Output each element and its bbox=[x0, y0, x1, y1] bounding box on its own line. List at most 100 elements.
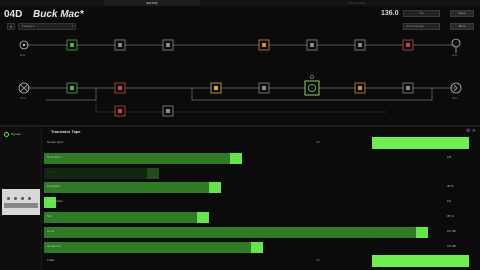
slider-fill bbox=[44, 167, 147, 179]
slider-handle[interactable] bbox=[209, 182, 221, 194]
model-actions: ⚙ ✕ bbox=[466, 128, 476, 134]
knob-icon bbox=[21, 197, 24, 200]
block-c1-icon[interactable] bbox=[114, 105, 126, 117]
tab-configure[interactable]: CONFIGURE bbox=[316, 0, 396, 6]
block-a3-icon[interactable] bbox=[162, 39, 174, 51]
settings-icon[interactable]: ⚙ bbox=[466, 128, 470, 134]
block-b4-icon[interactable] bbox=[258, 82, 270, 94]
param-row[interactable]: Feedback 40 % · bbox=[44, 181, 480, 194]
param-slider[interactable] bbox=[44, 167, 469, 179]
param-menu-icon[interactable]: · bbox=[474, 170, 475, 174]
param-slider[interactable] bbox=[44, 226, 469, 238]
block-b6-icon[interactable] bbox=[402, 82, 414, 94]
block-selected-icon[interactable] bbox=[304, 75, 320, 96]
param-label: Note Sync bbox=[47, 154, 61, 159]
param-row[interactable]: Headroom 0.0 dB · bbox=[44, 241, 480, 253]
block-a4-icon[interactable] bbox=[258, 39, 270, 51]
save-button[interactable]: Save bbox=[450, 10, 474, 17]
param-label: Time bbox=[47, 169, 54, 174]
model-image bbox=[2, 189, 40, 215]
toggle-switch[interactable] bbox=[372, 255, 469, 268]
param-row[interactable]: Tempo Sync Off bbox=[44, 137, 480, 149]
bypass-label[interactable]: Bypass bbox=[11, 132, 21, 137]
slider-fill bbox=[44, 182, 209, 194]
param-row[interactable]: Time · bbox=[44, 167, 480, 179]
more-button[interactable]: More bbox=[450, 23, 474, 30]
knob-icon bbox=[7, 197, 10, 200]
block-a1-icon[interactable] bbox=[66, 39, 78, 51]
block-a6-icon[interactable] bbox=[354, 39, 366, 51]
param-slider[interactable] bbox=[44, 241, 469, 253]
param-label: Feedback bbox=[47, 184, 61, 189]
bypass-panel: Bypass bbox=[0, 127, 42, 270]
dock-button[interactable]: ⅱ bbox=[7, 23, 15, 30]
preset-name[interactable]: Buck Mac* bbox=[33, 9, 84, 20]
chevron-down-icon: ▾ bbox=[71, 24, 73, 28]
param-value: 0.0 dB bbox=[447, 243, 456, 248]
close-icon[interactable]: ✕ bbox=[472, 128, 476, 134]
param-menu-icon[interactable]: · bbox=[474, 184, 475, 188]
setlist-dropdown[interactable]: Factory 1 ▾ bbox=[18, 23, 76, 30]
block-a7-icon[interactable] bbox=[402, 39, 414, 51]
block-b1-icon[interactable] bbox=[66, 82, 78, 94]
input-b-label: None bbox=[20, 97, 27, 100]
toggle-state-label: On bbox=[316, 258, 321, 263]
param-value: 0.0 bbox=[447, 199, 452, 204]
output-a-icon[interactable] bbox=[451, 38, 461, 53]
param-row[interactable]: Trails On bbox=[44, 255, 480, 268]
tab-editor[interactable]: EDITOR bbox=[104, 0, 200, 6]
param-value: 1/8 bbox=[447, 154, 452, 159]
slider-handle[interactable] bbox=[147, 167, 159, 179]
knob-icon bbox=[28, 197, 31, 200]
setlist-value: Factory 1 bbox=[22, 24, 35, 28]
slider-handle[interactable] bbox=[230, 152, 242, 164]
slider-handle[interactable] bbox=[251, 241, 263, 253]
param-value: 40 % bbox=[447, 184, 454, 189]
slider-handle[interactable] bbox=[416, 226, 428, 238]
knob-icon bbox=[14, 197, 17, 200]
slider-fill bbox=[44, 212, 197, 223]
preset-number[interactable]: 04D bbox=[4, 9, 22, 20]
param-label: Trails bbox=[47, 258, 55, 263]
param-slider[interactable] bbox=[44, 212, 469, 223]
param-menu-icon[interactable]: · bbox=[474, 155, 475, 159]
param-label: Tempo Sync bbox=[47, 140, 64, 144]
divider bbox=[0, 125, 480, 127]
param-value: 35 % bbox=[447, 214, 454, 218]
signal-flow-canvas: Multi None Multi Main bbox=[18, 38, 462, 117]
param-row[interactable]: Wow/Flutter 0.0 · bbox=[44, 196, 480, 209]
tap-tempo-button[interactable]: Tap bbox=[403, 10, 440, 17]
param-menu-icon[interactable]: · bbox=[474, 214, 475, 218]
output-a-label: Multi bbox=[452, 54, 458, 57]
block-a2-icon[interactable] bbox=[114, 39, 126, 51]
param-label: Mix bbox=[47, 214, 52, 218]
toggle-switch[interactable] bbox=[372, 137, 469, 149]
block-b3-icon[interactable] bbox=[210, 82, 222, 94]
param-label: Wow/Flutter bbox=[47, 199, 63, 204]
param-label: Headroom bbox=[47, 243, 62, 248]
slider-handle[interactable] bbox=[197, 212, 209, 223]
block-a5-icon[interactable] bbox=[306, 39, 318, 51]
tempo-display[interactable]: 136.0 bbox=[381, 10, 399, 17]
block-b5-icon[interactable] bbox=[354, 82, 366, 94]
param-slider[interactable] bbox=[44, 182, 469, 194]
param-value: 0.0 dB bbox=[447, 228, 456, 233]
param-menu-icon[interactable]: · bbox=[474, 244, 475, 248]
param-menu-icon[interactable]: · bbox=[474, 229, 475, 233]
param-slider[interactable] bbox=[44, 152, 469, 164]
param-slider[interactable] bbox=[44, 197, 469, 209]
block-c2-icon[interactable] bbox=[162, 105, 174, 117]
bypass-toggle-icon[interactable] bbox=[4, 132, 9, 137]
model-image-bar bbox=[4, 203, 38, 208]
param-menu-icon[interactable]: · bbox=[474, 199, 475, 203]
snapshot-select[interactable]: Set Snapshot bbox=[403, 23, 440, 30]
slider-fill bbox=[44, 152, 230, 164]
toggle-state-label: Off bbox=[316, 140, 320, 144]
block-b2-icon[interactable] bbox=[114, 82, 126, 94]
param-row[interactable]: Mix 35 % · bbox=[44, 211, 480, 223]
tab-bar: EDITOR CONFIGURE bbox=[0, 0, 480, 6]
param-row[interactable]: Note Sync 1/8 · bbox=[44, 152, 480, 164]
param-row[interactable]: Level 0.0 dB · bbox=[44, 226, 480, 238]
slider-fill bbox=[44, 241, 251, 253]
slider-fill bbox=[44, 226, 416, 238]
